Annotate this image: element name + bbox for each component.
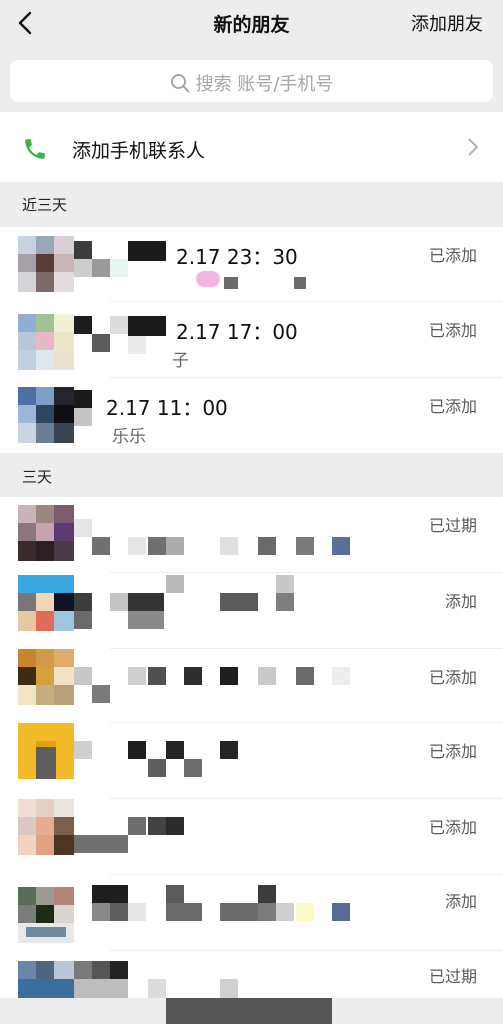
avatar (18, 799, 74, 855)
add-friend-button[interactable]: 添加朋友 (411, 10, 483, 36)
status-badge: 已添加 (428, 246, 477, 265)
avatar (18, 723, 74, 779)
header: 新的朋友 添加朋友 (0, 0, 503, 48)
status-badge: 已过期 (428, 516, 477, 535)
search-input[interactable]: 搜索 账号/手机号 (10, 60, 493, 102)
avatar (18, 505, 74, 561)
recent-list: 2.17 23：30 已添加 2.17 17：00 子 已添加 2.17 11：… (0, 227, 503, 453)
status-badge: 已过期 (428, 967, 477, 986)
section-label-recent: 近三天 (22, 196, 68, 214)
status-badge: 已添加 (428, 397, 477, 416)
request-time: 2.17 23：30 (176, 245, 298, 269)
request-time: 2.17 17：00 (176, 320, 298, 344)
phone-icon (25, 139, 45, 159)
status-badge: 添加 (444, 592, 477, 611)
list-item[interactable]: 2.17 11：00 乐乐 已添加 (0, 378, 503, 453)
avatar (18, 575, 74, 631)
avatar (18, 236, 74, 292)
add-phone-contacts-label: 添加手机联系人 (72, 140, 206, 162)
list-item[interactable]: 2.17 17：00 子 已添加 (0, 302, 503, 378)
search-icon (170, 74, 190, 93)
list-item[interactable]: 已过期 (0, 497, 503, 573)
avatar (18, 314, 74, 370)
avatar (18, 887, 74, 943)
status-badge: 已添加 (428, 668, 477, 687)
home-indicator (166, 998, 332, 1024)
list-item[interactable]: 已添加 (0, 649, 503, 723)
list-item[interactable]: 已过期 (0, 951, 503, 998)
search-placeholder: 搜索 账号/手机号 (195, 74, 334, 95)
request-message: 乐乐 (112, 427, 146, 447)
list-item[interactable]: 添加 (0, 573, 503, 649)
list-item[interactable]: 2.17 23：30 已添加 (0, 227, 503, 302)
request-message: 子 (172, 351, 189, 371)
status-badge: 已添加 (428, 321, 477, 340)
avatar (18, 961, 74, 998)
list-item[interactable]: 已添加 (0, 723, 503, 799)
chevron-right-icon (468, 138, 479, 156)
status-badge: 已添加 (428, 742, 477, 761)
list-item[interactable]: 添加 (0, 875, 503, 951)
status-badge: 已添加 (428, 818, 477, 837)
request-time: 2.17 11：00 (106, 396, 228, 420)
section-label-older: 三天 (22, 468, 53, 486)
search-placeholder-wrap: 搜索 账号/手机号 (10, 70, 493, 96)
avatar (18, 387, 74, 443)
list-item[interactable]: 已添加 (0, 799, 503, 875)
older-list: 已过期 添加 已添加 已添加 已添加 添加 已过期 (0, 497, 503, 998)
add-phone-contacts-row[interactable]: 添加手机联系人 (0, 112, 503, 182)
avatar (18, 649, 74, 705)
status-badge: 添加 (444, 892, 477, 911)
